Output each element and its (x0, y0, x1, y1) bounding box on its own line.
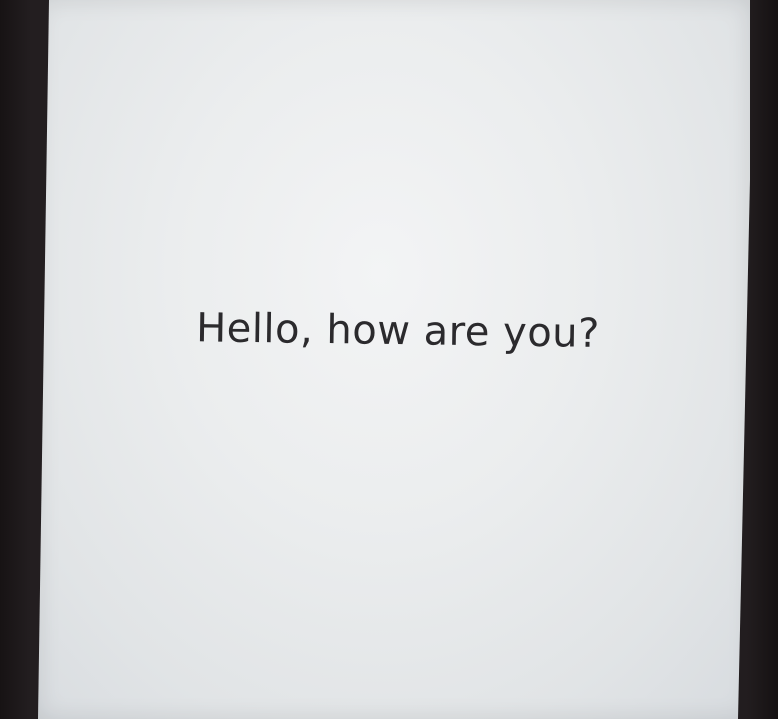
photo-scene: Hello, how are you? (0, 0, 778, 719)
greeting-text: Hello, how are you? (195, 305, 601, 357)
display-screen: Hello, how are you? (38, 0, 750, 719)
